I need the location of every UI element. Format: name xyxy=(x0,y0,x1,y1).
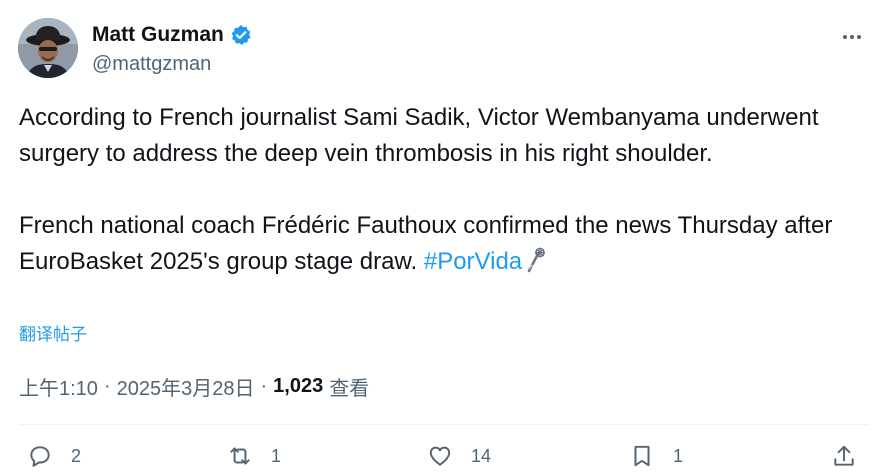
bookmark-button[interactable]: 1 xyxy=(629,443,683,469)
tweet-paragraph-2-container: French national coach Frédéric Fauthoux … xyxy=(19,208,869,280)
views-label[interactable]: 查看 xyxy=(329,372,369,401)
views-count[interactable]: 1,023 xyxy=(273,375,323,398)
tweet-meta: 上午1:10 · 2025年3月28日 · 1,023 查看 xyxy=(19,372,369,401)
tweet-date[interactable]: 2025年3月28日 xyxy=(117,372,255,401)
meta-separator: · xyxy=(103,375,111,397)
handle[interactable]: @mattgzman xyxy=(92,53,252,76)
heart-icon xyxy=(429,446,451,466)
tweet-text: According to French journalist Sami Sadi… xyxy=(19,100,869,280)
action-bar: 2 1 14 1 xyxy=(19,443,869,473)
bookmark-icon xyxy=(634,445,650,467)
verified-badge-icon xyxy=(230,24,252,46)
hashtag-link[interactable]: #PorVida xyxy=(424,248,522,275)
avatar-image xyxy=(18,18,78,78)
divider xyxy=(19,424,869,425)
meta-separator: · xyxy=(260,375,268,397)
bookmark-count: 1 xyxy=(673,445,684,466)
share-button[interactable] xyxy=(831,443,857,469)
like-count: 14 xyxy=(471,445,492,466)
translate-post-link[interactable]: 翻译帖子 xyxy=(19,320,87,345)
reply-icon xyxy=(30,446,50,467)
name-row: Matt Guzman xyxy=(92,21,252,49)
tweet-time[interactable]: 上午1:10 xyxy=(19,372,98,401)
repost-button[interactable]: 1 xyxy=(227,443,281,469)
reply-count: 2 xyxy=(71,445,82,466)
tweet-paragraph-1: According to French journalist Sami Sadi… xyxy=(19,104,819,167)
author-block: Matt Guzman @mattgzman xyxy=(92,21,252,76)
share-icon xyxy=(834,445,854,466)
more-options-icon[interactable] xyxy=(837,22,867,52)
like-button[interactable]: 14 xyxy=(427,443,491,469)
spurs-emoji-icon xyxy=(526,247,548,273)
reply-button[interactable]: 2 xyxy=(27,443,81,469)
repost-icon xyxy=(230,447,250,465)
display-name[interactable]: Matt Guzman xyxy=(92,23,224,47)
repost-count: 1 xyxy=(271,445,282,466)
avatar[interactable] xyxy=(18,18,78,78)
tweet-header: Matt Guzman @mattgzman xyxy=(18,18,871,80)
